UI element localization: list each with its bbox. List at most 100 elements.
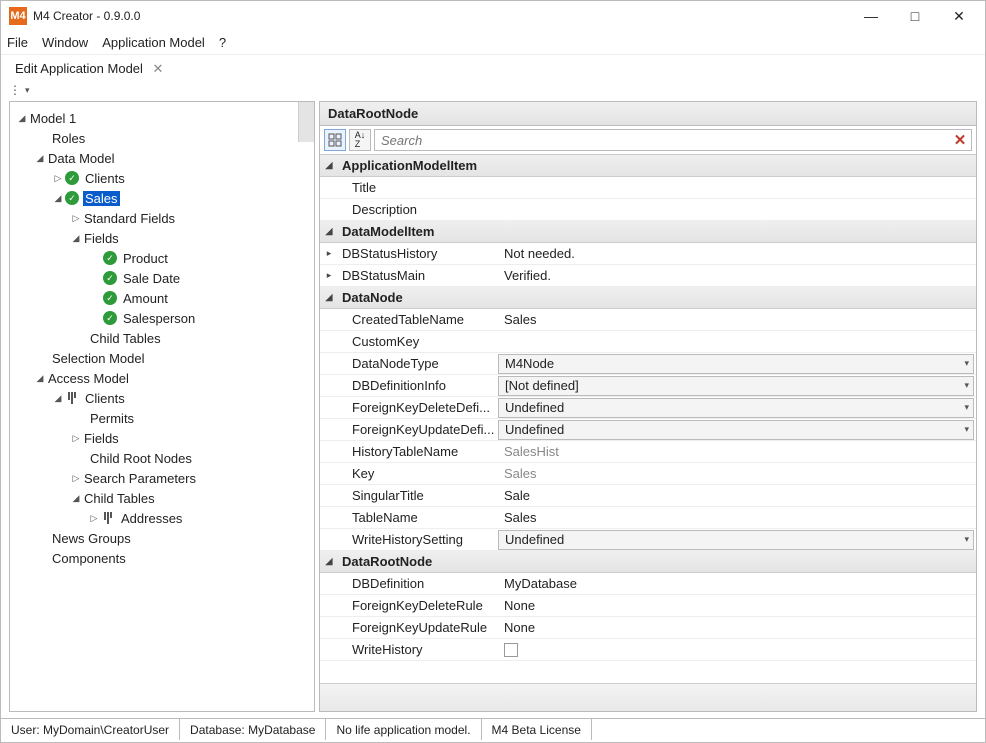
checkbox[interactable] <box>504 643 518 657</box>
expander-icon[interactable]: ▷ <box>70 473 82 484</box>
expander-icon[interactable]: ◢ <box>70 233 82 244</box>
prop-value-combo[interactable]: [Not defined]▾ <box>498 376 974 396</box>
tree-node-data-model[interactable]: ◢ Data Model <box>12 148 312 168</box>
tree-node-amount[interactable]: ✓ Amount <box>12 288 312 308</box>
tree-node-salesperson[interactable]: ✓ Salesperson <box>12 308 312 328</box>
scrollbar-thumb[interactable] <box>298 102 314 142</box>
group-data-root-node[interactable]: ◢DataRootNode <box>320 551 976 573</box>
minimize-button[interactable]: — <box>849 2 893 30</box>
expander-icon[interactable]: ◢ <box>320 160 338 171</box>
tree-node-sale-date[interactable]: ✓ Sale Date <box>12 268 312 288</box>
prop-value[interactable]: SalesHist <box>498 444 976 459</box>
prop-db-definition[interactable]: DBDefinitionMyDatabase <box>320 573 976 595</box>
tree-node-product[interactable]: ✓ Product <box>12 248 312 268</box>
prop-key[interactable]: KeySales <box>320 463 976 485</box>
expander-icon[interactable]: ▷ <box>70 433 82 444</box>
prop-value-combo[interactable]: M4Node▾ <box>498 354 974 374</box>
tree-node-components[interactable]: Components <box>12 548 312 568</box>
tree-node-news-groups[interactable]: News Groups <box>12 528 312 548</box>
prop-value-combo[interactable]: Undefined▾ <box>498 420 974 440</box>
prop-description[interactable]: Description <box>320 199 976 221</box>
group-application-model-item[interactable]: ◢ApplicationModelItem <box>320 155 976 177</box>
tree-node-permits[interactable]: Permits <box>12 408 312 428</box>
prop-db-definition-info[interactable]: DBDefinitionInfo[Not defined]▾ <box>320 375 976 397</box>
prop-value[interactable]: None <box>498 620 976 635</box>
expander-icon[interactable]: ▸ <box>320 270 338 281</box>
prop-data-node-type[interactable]: DataNodeTypeM4Node▾ <box>320 353 976 375</box>
prop-write-history-setting[interactable]: WriteHistorySettingUndefined▾ <box>320 529 976 551</box>
expander-icon[interactable]: ◢ <box>320 556 338 567</box>
tree-node-child-tables[interactable]: Child Tables <box>12 328 312 348</box>
tree-node-child-root-nodes[interactable]: Child Root Nodes <box>12 448 312 468</box>
tree-node-standard-fields[interactable]: ▷ Standard Fields <box>12 208 312 228</box>
prop-value[interactable]: Sales <box>498 466 976 481</box>
expander-icon[interactable]: ▷ <box>52 173 64 184</box>
close-button[interactable]: ✕ <box>937 2 981 30</box>
prop-db-status-main[interactable]: ▸DBStatusMainVerified. <box>320 265 976 287</box>
tree-node-am-fields[interactable]: ▷Fields <box>12 428 312 448</box>
prop-custom-key[interactable]: CustomKey <box>320 331 976 353</box>
expander-icon[interactable]: ◢ <box>34 373 46 384</box>
prop-history-table-name[interactable]: HistoryTableNameSalesHist <box>320 441 976 463</box>
prop-value[interactable]: Sales <box>498 510 976 525</box>
prop-value[interactable]: None <box>498 598 976 613</box>
chevron-down-icon[interactable]: ▾ <box>964 402 969 413</box>
prop-value-combo[interactable]: Undefined▾ <box>498 530 974 550</box>
expander-icon[interactable]: ▸ <box>320 248 338 259</box>
tree-node-fields[interactable]: ◢ Fields <box>12 228 312 248</box>
tree-node-clients[interactable]: ▷ ✓ Clients <box>12 168 312 188</box>
expander-icon[interactable]: ◢ <box>52 193 64 204</box>
prop-fk-delete-definition[interactable]: ForeignKeyDeleteDefi...Undefined▾ <box>320 397 976 419</box>
tree-node-model[interactable]: ◢ Model 1 <box>12 108 312 128</box>
expander-icon[interactable]: ▷ <box>70 213 82 224</box>
expander-icon[interactable]: ◢ <box>320 226 338 237</box>
prop-value[interactable]: Not needed. <box>498 246 976 261</box>
tree-node-roles[interactable]: Roles <box>12 128 312 148</box>
property-grid[interactable]: ◢ApplicationModelItem Title Description … <box>320 155 976 683</box>
tree-node-sales[interactable]: ◢ ✓ Sales <box>12 188 312 208</box>
property-search[interactable]: ✕ <box>374 129 972 151</box>
maximize-button[interactable]: □ <box>893 2 937 30</box>
expander-icon[interactable]: ◢ <box>70 493 82 504</box>
prop-value[interactable]: MyDatabase <box>498 576 976 591</box>
tree-pane[interactable]: ◢ Model 1 Roles ◢ Data Model ▷ ✓ Clients… <box>9 101 315 712</box>
chevron-down-icon[interactable]: ▾ <box>964 534 969 545</box>
tab-close-icon[interactable]: ✕ <box>153 61 164 76</box>
prop-value-combo[interactable]: Undefined▾ <box>498 398 974 418</box>
group-data-node[interactable]: ◢DataNode <box>320 287 976 309</box>
prop-value[interactable]: Verified. <box>498 268 976 283</box>
toolbar-dropdown-icon[interactable]: ▾ <box>25 85 30 96</box>
prop-singular-title[interactable]: SingularTitleSale <box>320 485 976 507</box>
tree-node-selection-model[interactable]: Selection Model <box>12 348 312 368</box>
expander-icon[interactable]: ◢ <box>34 153 46 164</box>
tree-node-search-parameters[interactable]: ▷Search Parameters <box>12 468 312 488</box>
search-input[interactable] <box>375 133 949 148</box>
prop-fk-delete-rule[interactable]: ForeignKeyDeleteRuleNone <box>320 595 976 617</box>
expander-icon[interactable]: ◢ <box>320 292 338 303</box>
clear-search-icon[interactable]: ✕ <box>949 131 971 149</box>
menu-help[interactable]: ? <box>219 35 226 50</box>
tree-node-am-child-tables[interactable]: ◢Child Tables <box>12 488 312 508</box>
tree-node-am-clients[interactable]: ◢ Clients <box>12 388 312 408</box>
prop-fk-update-definition[interactable]: ForeignKeyUpdateDefi...Undefined▾ <box>320 419 976 441</box>
menu-application-model[interactable]: Application Model <box>102 35 205 50</box>
prop-fk-update-rule[interactable]: ForeignKeyUpdateRuleNone <box>320 617 976 639</box>
prop-value[interactable]: Sale <box>498 488 976 503</box>
prop-write-history[interactable]: WriteHistory <box>320 639 976 661</box>
chevron-down-icon[interactable]: ▾ <box>964 424 969 435</box>
tab-edit-application-model[interactable]: Edit Application Model ✕ <box>11 59 167 79</box>
categorized-button[interactable] <box>324 129 346 151</box>
prop-db-status-history[interactable]: ▸DBStatusHistoryNot needed. <box>320 243 976 265</box>
menu-file[interactable]: File <box>7 35 28 50</box>
prop-created-table-name[interactable]: CreatedTableNameSales <box>320 309 976 331</box>
sort-alpha-button[interactable]: A↓Z <box>349 129 371 151</box>
tree-node-access-model[interactable]: ◢ Access Model <box>12 368 312 388</box>
prop-value[interactable] <box>498 643 976 657</box>
prop-value[interactable]: Sales <box>498 312 976 327</box>
menu-window[interactable]: Window <box>42 35 88 50</box>
chevron-down-icon[interactable]: ▾ <box>964 380 969 391</box>
prop-table-name[interactable]: TableNameSales <box>320 507 976 529</box>
toolbar-handle-icon[interactable] <box>9 83 21 97</box>
chevron-down-icon[interactable]: ▾ <box>964 358 969 369</box>
group-data-model-item[interactable]: ◢DataModelItem <box>320 221 976 243</box>
